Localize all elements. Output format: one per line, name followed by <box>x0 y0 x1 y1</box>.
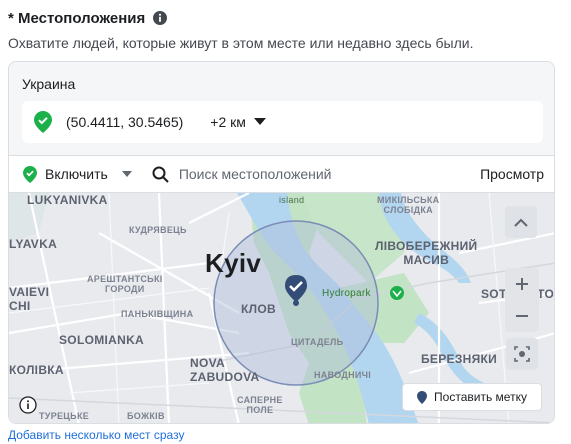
include-label: Включить <box>45 166 108 182</box>
title-row: * Местоположения <box>8 8 168 28</box>
map-label-bozhkiv: БОЖКІВ <box>127 411 165 421</box>
coordinates-text: (50.4411, 30.5465) <box>66 114 184 130</box>
minus-icon <box>516 315 528 317</box>
zoom-in-button[interactable] <box>505 268 539 300</box>
include-dropdown[interactable]: Включить <box>23 165 132 183</box>
add-multiple-locations-link[interactable]: Добавить несколько мест сразу <box>8 428 184 442</box>
map-label-island: island <box>279 195 305 205</box>
location-pin-icon <box>23 165 37 183</box>
drop-pin-button[interactable]: Поставить метку <box>402 383 542 411</box>
map-label-nova-zabudova: NOVA ZABUDOVA <box>190 356 260 384</box>
map-label-turetske: ТУРЕЦЬКЕ <box>39 411 90 421</box>
info-icon[interactable] <box>153 11 168 25</box>
map-label-livoberezhnyi: ЛІВОБЕРЕЖНИЙ МАСИВ <box>375 239 478 267</box>
info-icon[interactable] <box>19 396 37 414</box>
map-label-klov: КЛОВ <box>241 302 276 316</box>
map-city-label: Kyiv <box>205 248 262 278</box>
section-subtitle: Охватите людей, которые живут в этом мес… <box>8 35 474 51</box>
selected-location[interactable]: (50.4411, 30.5465) +2 км <box>22 101 543 143</box>
chevron-up-icon <box>514 218 528 227</box>
map-label-kolivka: КОЛІВКА <box>9 363 64 377</box>
map-label-arsenal: АРЕШТАНТСЬКІ ГОРОДИ <box>87 274 163 294</box>
zoom-controls <box>505 268 539 332</box>
map-label-kudryavets: КУДРЯВЕЦЬ <box>129 225 187 235</box>
map-label-navodnychi: НАВОДНИЧІ <box>314 370 372 380</box>
search-icon <box>152 166 169 183</box>
recenter-button[interactable] <box>506 338 538 370</box>
search-input[interactable] <box>178 166 399 182</box>
map-label-mykilska: МИКІЛЬСЬКА СЛОБІДКА <box>377 195 440 215</box>
zoom-out-button[interactable] <box>505 300 539 332</box>
map-label-lukyanivka: LUKYANIVKA <box>27 193 108 207</box>
map-label-ilyavka: LYAVKA <box>9 237 58 251</box>
location-pin-icon <box>417 390 428 404</box>
map-label-hydropark: Hydropark <box>322 288 371 299</box>
map-label-bereznyaky: БЕРЕЗНЯКИ <box>421 352 498 366</box>
metro-icon <box>390 286 404 300</box>
caret-down-icon <box>121 171 132 177</box>
map-view[interactable]: LUKYANIVKA КУДРЯВЕЦЬ LYAVKA АРЕШТАНТСЬКІ… <box>9 193 554 423</box>
map-toolbar: Включить Просмотр <box>9 155 554 193</box>
map-label-pankivshchyna: ПАНЬКІВЩИНА <box>121 309 194 319</box>
section-title: * Местоположения <box>8 9 146 27</box>
crosshair-icon <box>514 346 530 362</box>
country-label: Украина <box>22 76 76 92</box>
map-label-saperne-pole: САПЕРНЕ ПОЛЕ <box>237 395 283 415</box>
radius-selector[interactable]: +2 км <box>210 114 246 130</box>
drop-pin-label: Поставить метку <box>434 390 527 404</box>
map-label-tsytadel: ЦИТАДЕЛЬ <box>291 337 344 347</box>
map-label-solomianka: SOLOMIANKA <box>59 333 144 347</box>
collapse-map-button[interactable] <box>505 206 537 238</box>
plus-icon <box>516 278 528 290</box>
caret-down-icon[interactable] <box>253 118 266 126</box>
location-pin-icon <box>34 111 52 133</box>
browse-button[interactable]: Просмотр <box>480 166 544 182</box>
location-search <box>152 166 399 183</box>
location-panel: Украина (50.4411, 30.5465) +2 км Включит… <box>8 61 555 424</box>
map-label-vaievi: VAIEVI CHI <box>9 285 50 313</box>
